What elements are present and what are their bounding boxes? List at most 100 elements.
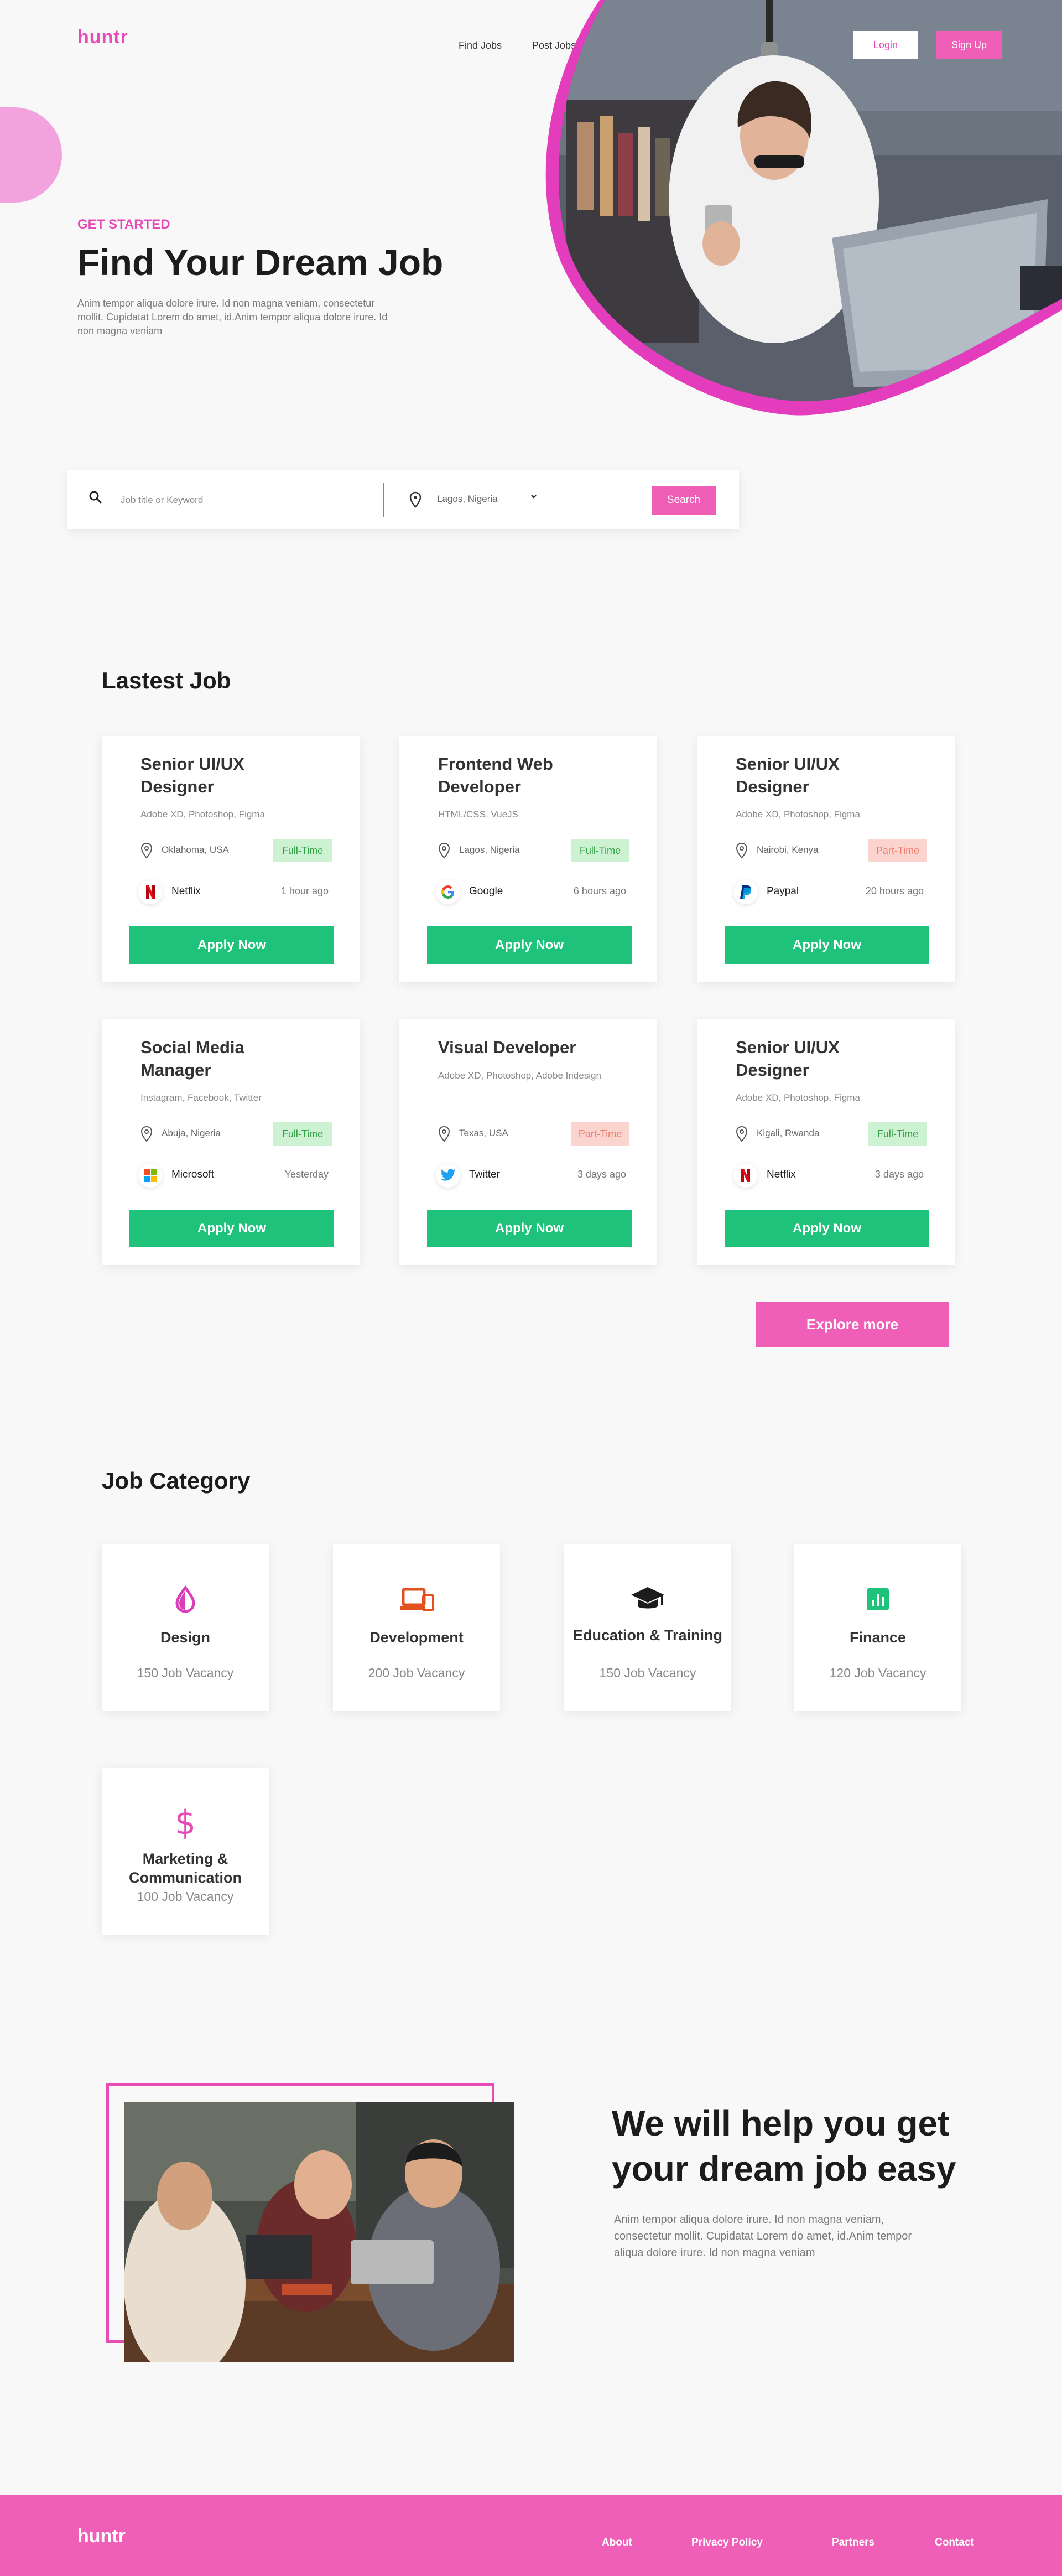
job-location: Texas, USA xyxy=(459,1128,508,1138)
job-title[interactable]: Frontend Web Developer xyxy=(438,753,604,798)
footer-link-about[interactable]: About xyxy=(602,2537,632,2549)
search-divider xyxy=(383,483,384,517)
category-card-design[interactable]: Design 150 Job Vacancy xyxy=(102,1544,269,1711)
job-card[interactable]: Frontend Web Developer HTML/CSS, VueJS Lag… xyxy=(399,736,657,982)
location-select[interactable]: Lagos, Nigeria xyxy=(437,494,498,505)
job-location: Abuja, Nigeria xyxy=(162,1128,221,1138)
help-title: We will help you get your dream job easy xyxy=(612,2103,956,2189)
search-icon xyxy=(88,490,103,507)
job-card[interactable]: Social Media Manager Instagram, Facebook,… xyxy=(102,1019,360,1265)
job-type-badge: Full-Time xyxy=(868,1122,927,1146)
job-card[interactable]: Senior UI/UX Designer Adobe XD, Photoshop… xyxy=(697,736,955,982)
logo[interactable]: huntr xyxy=(77,27,128,48)
job-skills: Instagram, Facebook, Twitter xyxy=(140,1092,262,1103)
apply-now-button[interactable]: Apply Now xyxy=(725,926,929,964)
job-skills: Adobe XD, Photoshop, Figma xyxy=(736,809,860,820)
graduation-cap-icon xyxy=(564,1583,731,1616)
paypal-icon xyxy=(733,880,758,904)
hero-kicker: GET STARTED xyxy=(77,217,170,232)
search-button[interactable]: Search xyxy=(652,486,716,515)
netflix-icon xyxy=(733,1163,758,1188)
company-name: Paypal xyxy=(767,885,799,897)
apply-now-button[interactable]: Apply Now xyxy=(129,1210,334,1247)
job-posted-time: 3 days ago xyxy=(577,1169,626,1180)
apply-now-button[interactable]: Apply Now xyxy=(427,926,632,964)
location-pin-icon xyxy=(140,1126,153,1145)
category-count: 200 Job Vacancy xyxy=(368,1666,465,1680)
job-title[interactable]: Social Media Manager xyxy=(140,1036,306,1081)
job-type-badge: Full-Time xyxy=(273,1122,332,1146)
category-name: Education & Training xyxy=(572,1627,722,1644)
job-type-badge: Part-Time xyxy=(868,839,927,862)
job-type-badge: Full-Time xyxy=(571,839,629,862)
footer-logo[interactable]: huntr xyxy=(77,2526,126,2547)
job-location: Kigali, Rwanda xyxy=(757,1128,820,1138)
job-category-title: Job Category xyxy=(102,1468,251,1494)
apply-now-button[interactable]: Apply Now xyxy=(427,1210,632,1247)
category-name: Design xyxy=(160,1629,211,1646)
footer: huntr About Privacy Policy Partners Cont… xyxy=(0,2495,1062,2576)
chevron-down-icon[interactable] xyxy=(530,493,538,503)
footer-link-privacy[interactable]: Privacy Policy xyxy=(691,2537,763,2549)
netflix-icon xyxy=(138,880,163,904)
job-card[interactable]: Visual Developer Adobe XD, Photoshop, Ado… xyxy=(399,1019,657,1265)
category-card-marketing[interactable]: $ Marketing & Communication 100 Job Vaca… xyxy=(102,1768,269,1935)
category-card-development[interactable]: Development 200 Job Vacancy xyxy=(333,1544,500,1711)
job-posted-time: 3 days ago xyxy=(874,1169,924,1180)
company-name: Microsoft xyxy=(171,1169,215,1180)
job-posted-time: 6 hours ago xyxy=(573,885,626,896)
search-bar: Lagos, Nigeria Search xyxy=(67,470,739,529)
job-location: Lagos, Nigeria xyxy=(459,844,520,855)
location-pin-icon xyxy=(409,491,421,511)
job-posted-time: 20 hours ago xyxy=(865,885,924,896)
job-title[interactable]: Senior UI/UX Designer xyxy=(736,1036,902,1081)
hero-title: Find Your Dream Job xyxy=(77,242,444,283)
company-name: Twitter xyxy=(469,1169,500,1180)
location-pin-icon xyxy=(438,842,450,862)
job-type-badge: Part-Time xyxy=(571,1122,629,1146)
job-card[interactable]: Senior UI/UX Designer Adobe XD, Photoshop… xyxy=(697,1019,955,1265)
signup-button[interactable]: Sign Up xyxy=(936,31,1002,59)
google-icon xyxy=(436,880,460,904)
footer-link-partners[interactable]: Partners xyxy=(832,2537,874,2549)
job-title[interactable]: Senior UI/UX Designer xyxy=(140,753,306,798)
job-location: Oklahoma, USA xyxy=(162,844,229,855)
help-text: Anim tempor aliqua dolore irure. Id non … xyxy=(614,2214,912,2259)
category-count: 150 Job Vacancy xyxy=(599,1666,696,1680)
company-name: Google xyxy=(469,885,503,897)
location-pin-icon xyxy=(736,842,748,862)
dollar-icon: $ xyxy=(174,1803,196,1842)
job-title[interactable]: Senior UI/UX Designer xyxy=(736,753,902,798)
laptop-icon xyxy=(333,1583,500,1616)
location-pin-icon xyxy=(736,1126,748,1145)
location-pin-icon xyxy=(140,842,153,862)
category-count: 120 Job Vacancy xyxy=(829,1666,926,1680)
job-title[interactable]: Visual Developer xyxy=(438,1036,604,1059)
job-posted-time: 1 hour ago xyxy=(280,885,329,896)
job-skills: Adobe XD, Photoshop, Figma xyxy=(140,809,265,820)
search-input[interactable] xyxy=(121,490,364,510)
apply-now-button[interactable]: Apply Now xyxy=(129,926,334,964)
apply-now-button[interactable]: Apply Now xyxy=(725,1210,929,1247)
job-skills: Adobe XD, Photoshop, Adobe Indesign xyxy=(438,1070,601,1081)
design-drop-icon xyxy=(102,1583,269,1616)
category-name: Finance xyxy=(849,1629,907,1646)
team-photo xyxy=(124,2102,514,2362)
nav-find-jobs[interactable]: Find Jobs xyxy=(459,40,502,51)
chart-icon xyxy=(794,1583,961,1616)
microsoft-icon xyxy=(138,1163,163,1188)
job-posted-time: Yesterday xyxy=(284,1169,329,1180)
twitter-icon xyxy=(436,1163,460,1188)
category-count: 100 Job Vacancy xyxy=(137,1889,234,1904)
footer-link-contact[interactable]: Contact xyxy=(935,2537,974,2549)
company-name: Netflix xyxy=(171,885,201,897)
category-name: Marketing & Communication xyxy=(128,1851,242,1886)
explore-more-button[interactable]: Explore more xyxy=(756,1302,949,1347)
login-button[interactable]: Login xyxy=(853,31,918,59)
category-card-education[interactable]: Education & Training 150 Job Vacancy xyxy=(564,1544,731,1711)
location-pin-icon xyxy=(438,1126,450,1145)
job-skills: Adobe XD, Photoshop, Figma xyxy=(736,1092,860,1103)
category-card-finance[interactable]: Finance 120 Job Vacancy xyxy=(794,1544,961,1711)
job-card[interactable]: Senior UI/UX Designer Adobe XD, Photoshop… xyxy=(102,736,360,982)
company-name: Netflix xyxy=(767,1169,796,1180)
